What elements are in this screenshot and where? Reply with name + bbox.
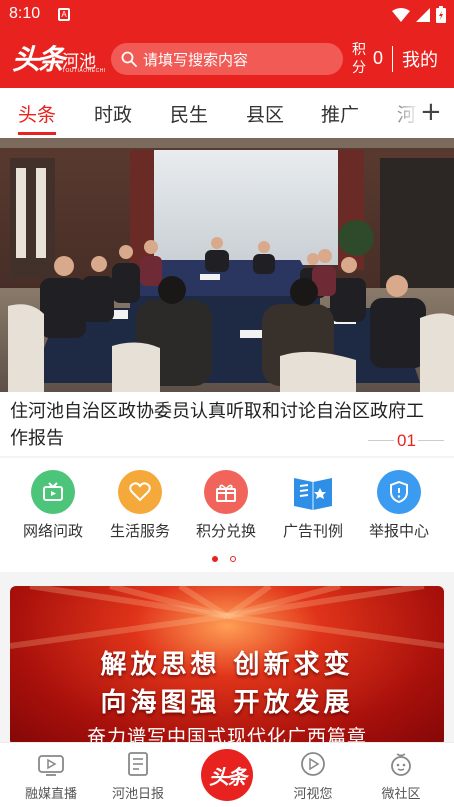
tab-livelihood[interactable]: 民生: [170, 100, 208, 127]
search-placeholder: 请填写搜索内容: [143, 50, 249, 69]
service-life[interactable]: 生活服务: [98, 470, 182, 541]
nav-daily[interactable]: 河池日报: [98, 751, 178, 802]
tab-politics[interactable]: 时政: [94, 100, 132, 127]
points-label[interactable]: 积分: [352, 41, 368, 77]
community-icon: [391, 753, 411, 776]
system-icons: [392, 6, 446, 23]
search-icon: [121, 51, 137, 67]
pager-dot[interactable]: [230, 556, 236, 562]
battery-icon: [436, 6, 446, 23]
carousel-page-number: 01: [397, 431, 416, 450]
mine-button[interactable]: 我的: [402, 46, 438, 72]
carousel-page-indicator: 01: [368, 431, 444, 451]
service-pager: [212, 556, 236, 562]
tab-counties[interactable]: 县区: [246, 100, 284, 127]
hero-image[interactable]: [0, 138, 454, 392]
service-label: 网络问政: [22, 522, 83, 540]
tv-icon: [38, 755, 64, 776]
service-label: 生活服务: [109, 522, 170, 540]
points-value[interactable]: 0: [373, 48, 383, 69]
notification-icon: A: [58, 8, 70, 21]
app-logo: 头条 河池 TOUTIAOHECHI: [12, 38, 106, 78]
newspaper-icon: [128, 752, 148, 776]
gift-icon: [204, 470, 248, 514]
logo-sub: TOUTIAOHECHI: [62, 68, 106, 74]
service-ad-rates[interactable]: 广告刊例: [271, 470, 355, 541]
hero-caption-box[interactable]: 住河池自治区政协委员认真听取和讨论自治区政府工作报告 01: [0, 392, 454, 456]
play-icon: [301, 752, 325, 776]
header-divider: [392, 46, 393, 72]
tv-icon: [31, 470, 75, 514]
logo-script: 头条: [12, 43, 65, 76]
nav-headlines-logo[interactable]: 头条: [201, 749, 253, 801]
service-network-inquiry[interactable]: 网络问政: [11, 470, 95, 541]
banner-line2: 向海图强 开放发展: [100, 688, 354, 718]
app-root: 8:10 A 头条 河池 TOUTIAOHECHI 请填写搜索内容 积分 0 我…: [0, 0, 454, 807]
shield-icon: [377, 470, 421, 514]
service-label: 广告刊例: [282, 522, 343, 540]
meeting-photo: [0, 138, 454, 392]
active-tab-indicator: [18, 132, 56, 135]
nav-live[interactable]: 融媒直播: [11, 751, 91, 802]
tab-headlines[interactable]: 头条: [18, 100, 56, 127]
nav-label: 融媒直播: [24, 787, 77, 802]
indicator-line-right: [418, 440, 444, 441]
service-grid: 网络问政 生活服务 积分兑换 广告刊例 举报中心: [0, 458, 454, 572]
wifi-icon: [392, 7, 410, 22]
service-label: 积分兑换: [195, 522, 256, 540]
status-time: 8:10: [9, 5, 41, 22]
bottom-nav: 融媒直播 河池日报 头条 河视您 微社区: [0, 742, 454, 807]
nav-label: 微社区: [381, 787, 421, 802]
book-icon: [291, 470, 335, 514]
service-points-exchange[interactable]: 积分兑换: [184, 470, 268, 541]
heart-icon: [118, 470, 162, 514]
service-report-center[interactable]: 举报中心: [357, 470, 441, 541]
nav-label: 河池日报: [111, 787, 164, 802]
pager-dot-active[interactable]: [212, 556, 218, 562]
nav-label: 河视您: [293, 787, 333, 802]
category-tabs: 头条 时政 民生 县区 推广 河 +: [0, 88, 454, 138]
nav-video[interactable]: 河视您: [273, 751, 353, 802]
signal-icon: [416, 7, 430, 22]
service-label: 举报中心: [368, 522, 429, 540]
search-bar[interactable]: 请填写搜索内容: [111, 43, 343, 75]
banner-line1: 解放思想 创新求变: [100, 650, 354, 680]
promo-banner[interactable]: 解放思想 创新求变 向海图强 开放发展 奋力谱写中国式现代化广西篇章: [10, 586, 444, 746]
indicator-line-left: [368, 440, 394, 441]
tab-fade: [380, 88, 420, 138]
add-channel-icon[interactable]: +: [420, 97, 442, 127]
app-header: 头条 河池 TOUTIAOHECHI 请填写搜索内容 积分 0 我的: [0, 30, 454, 88]
status-bar: 8:10 A: [0, 0, 454, 30]
nav-community[interactable]: 微社区: [361, 751, 441, 802]
tab-promotion[interactable]: 推广: [321, 100, 359, 127]
